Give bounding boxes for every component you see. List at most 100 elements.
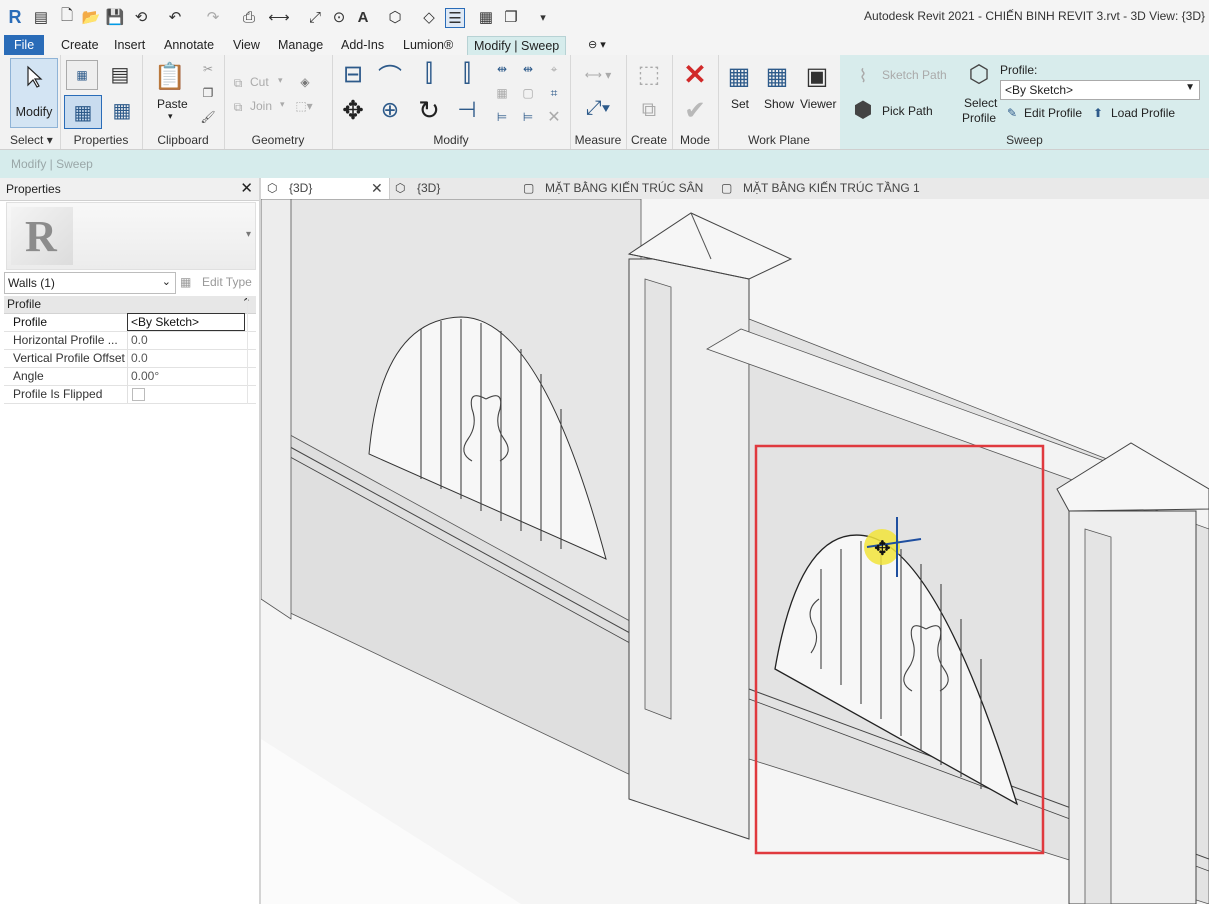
finish-edit-icon[interactable]: ✔ [680, 95, 710, 125]
tab-file[interactable]: File [4, 35, 45, 55]
show-button[interactable]: Show [764, 97, 794, 111]
customize-qat-icon[interactable]: ▾ [534, 8, 552, 26]
switch-windows-icon[interactable]: ❐ [502, 8, 520, 26]
cut-geometry-button[interactable]: Cut [250, 75, 269, 89]
move-icon[interactable]: ✥ [338, 95, 368, 125]
sketch-path-button[interactable]: Sketch Path [882, 68, 947, 82]
align-icon[interactable]: ⊟ [338, 59, 368, 89]
measure-icon[interactable]: ⟷ [268, 8, 290, 26]
unpin-icon[interactable]: ⌗ [544, 85, 564, 101]
cope-icon[interactable]: ⧉ [230, 75, 246, 91]
mirror-draw-axis-icon[interactable]: ⫿ [452, 59, 482, 89]
offset-icon[interactable]: ⌒ [374, 59, 406, 91]
paste-dropdown-icon[interactable]: ▾ [168, 111, 173, 122]
join-dropdown-icon[interactable]: ▾ [280, 99, 285, 110]
property-row[interactable]: Profile <By Sketch> [4, 313, 256, 332]
tab-manage[interactable]: Manage [272, 36, 329, 55]
section-icon[interactable]: ◇ [420, 8, 438, 26]
edit-profile-button[interactable]: Edit Profile [1024, 106, 1082, 120]
trim-multiple-icon[interactable]: ⊨ [518, 109, 538, 125]
type-selector-preview[interactable]: R ▾ [6, 202, 256, 270]
set-workplane-icon[interactable]: ▦ [724, 61, 754, 91]
array-icon[interactable]: ▦ [492, 85, 512, 101]
select-profile-line2[interactable]: Profile [962, 111, 996, 125]
undo-icon[interactable]: ↶ [166, 8, 184, 26]
property-value[interactable]: 0.0 [127, 349, 247, 367]
split-with-gap-icon[interactable]: ⇹ [518, 61, 538, 77]
copy-element-icon[interactable]: ⊕ [376, 95, 404, 125]
pick-path-button[interactable]: Pick Path [882, 104, 933, 118]
viewer-button[interactable]: Viewer [800, 97, 836, 111]
property-value[interactable] [127, 385, 247, 403]
tab-add-ins[interactable]: Add-Ins [335, 36, 390, 55]
pick-path-icon[interactable]: ⬢ [848, 95, 878, 125]
type-properties-icon[interactable]: ▦ [66, 60, 98, 90]
panel-toggle-icon[interactable]: ⊖ ▾ [582, 36, 612, 55]
select-panel-label[interactable]: Select ▾ [0, 133, 60, 147]
sketch-path-icon[interactable]: ⌇ [848, 65, 878, 87]
select-profile-icon[interactable]: ⬡ [964, 59, 994, 89]
cut-dropdown-icon[interactable]: ▾ [278, 75, 283, 86]
wall-joins-icon[interactable]: ◈ [296, 73, 314, 91]
measure-between-icon[interactable]: ⟷ ▾ [576, 65, 620, 85]
cancel-edit-icon[interactable]: ✕ [680, 59, 710, 90]
profile-dropdown[interactable]: <By Sketch> ▼ [1000, 80, 1200, 100]
thin-lines-icon[interactable]: ☰ [445, 8, 465, 28]
property-value[interactable]: 0.0 [127, 331, 247, 349]
copy-icon[interactable]: ❐ [200, 85, 216, 101]
rotate-icon[interactable]: ↻ [414, 95, 444, 125]
properties-scrollbar[interactable] [247, 296, 257, 404]
split-face-icon[interactable]: ⬚▾ [294, 97, 314, 115]
print-icon[interactable]: ⎙ [240, 8, 258, 26]
trim-extend-icon[interactable]: ⊣ [452, 95, 482, 125]
cut-icon[interactable]: ✂ [200, 61, 216, 77]
delete-icon[interactable]: ✕ [544, 109, 564, 126]
paste-button[interactable]: Paste [157, 97, 188, 111]
properties-grid-icon[interactable]: ▤ [104, 59, 136, 89]
tab-lumion[interactable]: Lumion® [397, 36, 459, 55]
aligned-dimension-icon[interactable]: ⤢▾ [576, 95, 620, 121]
property-row[interactable]: Angle 0.00° [4, 367, 256, 386]
close-icon[interactable]: ✕ [240, 179, 253, 197]
view-tab-3d-active[interactable]: ⬡ {3D} ✕ [261, 178, 390, 199]
viewer-icon[interactable]: ▣ [802, 61, 832, 91]
save-icon[interactable]: 💾 [106, 8, 125, 26]
join-geometry-button[interactable]: Join [250, 99, 272, 113]
load-profile-button[interactable]: Load Profile [1111, 106, 1175, 120]
home-icon[interactable]: ▤ [32, 8, 50, 26]
paste-icon[interactable]: 📋 [154, 59, 186, 93]
properties-toggle-icon[interactable]: ▦ [64, 95, 102, 129]
split-element-icon[interactable]: ⇹ [492, 61, 512, 77]
tab-annotate[interactable]: Annotate [158, 36, 220, 55]
tab-view[interactable]: View [227, 36, 266, 55]
create-similar-icon[interactable]: ⬚ [634, 59, 664, 89]
select-profile-line1[interactable]: Select [964, 96, 997, 110]
create-group-icon[interactable]: ⧉ [634, 95, 664, 125]
tag-icon[interactable]: ⊙ [330, 8, 348, 26]
pin-icon[interactable]: ⌖ [544, 61, 564, 77]
property-row[interactable]: Vertical Profile Offset 0.0 [4, 349, 256, 368]
property-row[interactable]: Profile Is Flipped [4, 385, 256, 404]
modify-button[interactable]: Modify [10, 58, 58, 128]
property-value[interactable]: 0.00° [127, 367, 247, 385]
join-icon[interactable]: ⧉ [230, 99, 246, 115]
sync-icon[interactable]: ⟲ [132, 8, 150, 26]
close-hidden-icon[interactable]: ▦ [477, 8, 495, 26]
property-value-input[interactable]: <By Sketch> [127, 313, 245, 331]
dimension-icon[interactable]: ⤢ [306, 8, 324, 26]
match-properties-icon[interactable]: 🖌 [200, 109, 216, 125]
3d-view-canvas[interactable]: ✥ [261, 199, 1209, 904]
profile-flipped-checkbox[interactable] [132, 388, 145, 401]
family-types-icon[interactable]: ▦ [106, 95, 138, 125]
tab-modify-sweep[interactable]: Modify | Sweep [467, 36, 567, 56]
tab-insert[interactable]: Insert [108, 36, 151, 55]
edit-profile-icon[interactable]: ✎ [1004, 105, 1020, 121]
set-button[interactable]: Set [731, 97, 749, 111]
text-icon[interactable]: A [354, 8, 372, 26]
property-row[interactable]: Horizontal Profile ... 0.0 [4, 331, 256, 350]
edit-type-button[interactable]: ▦ Edit Type [180, 274, 256, 292]
redo-icon[interactable]: ↷ [204, 8, 222, 26]
mirror-pick-axis-icon[interactable]: ⫿ [414, 59, 444, 89]
tab-create[interactable]: Create [55, 36, 105, 55]
close-icon[interactable]: ✕ [371, 178, 383, 199]
